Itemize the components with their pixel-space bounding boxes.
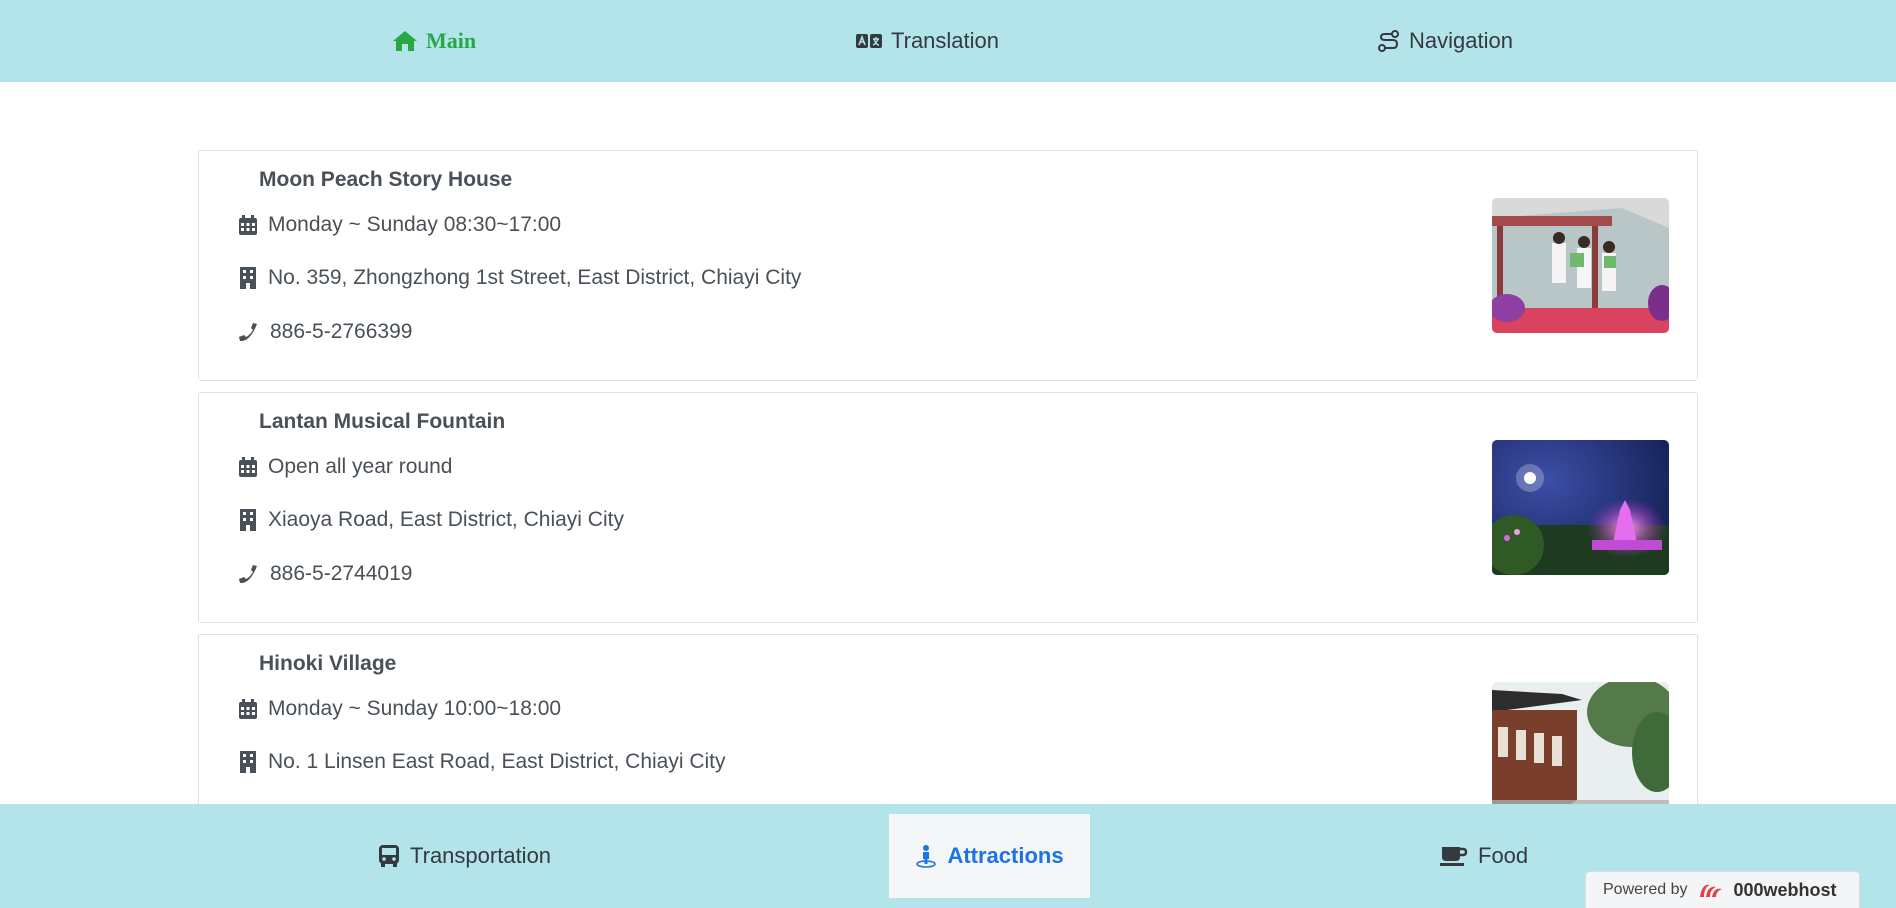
address-text: Xiaoya Road, East District, Chiayi City <box>268 508 624 531</box>
phone-icon <box>237 321 259 343</box>
tab-attractions-label: Attractions <box>947 843 1064 868</box>
attraction-card[interactable]: Moon Peach Story House Monday ~ Sunday 0… <box>198 150 1698 381</box>
attraction-photo[interactable] <box>1492 682 1669 804</box>
calendar-icon <box>237 214 259 236</box>
person-pin-icon <box>916 845 937 868</box>
phone-text: 886-5-2766399 <box>270 320 413 343</box>
hours-row: Open all year round <box>237 455 452 479</box>
hours-row: Monday ~ Sunday 08:30~17:00 <box>237 213 561 237</box>
building-icon <box>237 751 259 773</box>
tab-transportation-label: Transportation <box>410 843 552 868</box>
attraction-card[interactable]: Lantan Musical Fountain Open all year ro… <box>198 392 1698 623</box>
attraction-list: Moon Peach Story House Monday ~ Sunday 0… <box>198 150 1698 804</box>
phone-icon <box>237 563 259 585</box>
calendar-icon <box>237 456 259 478</box>
webhost-logo-icon <box>1699 884 1722 897</box>
nav-translation-label: Translation <box>891 28 1000 53</box>
coffee-icon <box>1440 847 1468 866</box>
webhost-brand: 000webhost <box>1733 879 1837 900</box>
hours-text: Monday ~ Sunday 10:00~18:00 <box>268 697 562 720</box>
bus-icon <box>379 845 399 867</box>
tab-food-label: Food <box>1478 843 1529 868</box>
attraction-name: Hinoki Village <box>259 652 397 675</box>
tab-food[interactable]: Food <box>1440 814 1528 898</box>
top-navbar: Main Translation Navigation <box>0 0 1896 82</box>
attraction-name: Lantan Musical Fountain <box>259 410 506 433</box>
calendar-icon <box>237 698 259 720</box>
home-icon <box>393 31 417 51</box>
building-icon <box>237 509 259 531</box>
address-row: No. 1 Linsen East Road, East District, C… <box>237 750 726 774</box>
hours-row: Monday ~ Sunday 10:00~18:00 <box>237 697 561 721</box>
attraction-photo[interactable] <box>1492 440 1669 575</box>
nav-main-label: Main <box>426 28 477 53</box>
address-text: No. 359, Zhongzhong 1st Street, East Dis… <box>268 266 802 289</box>
building-icon <box>237 267 259 289</box>
hours-text: Monday ~ Sunday 08:30~17:00 <box>268 213 562 236</box>
nav-navigation-label: Navigation <box>1409 28 1513 53</box>
address-row: Xiaoya Road, East District, Chiayi City <box>237 508 624 532</box>
address-row: No. 359, Zhongzhong 1st Street, East Dis… <box>237 266 801 290</box>
address-text: No. 1 Linsen East Road, East District, C… <box>268 750 726 773</box>
attraction-name: Moon Peach Story House <box>259 168 513 191</box>
phone-row: 886-5-2766399 <box>237 320 412 344</box>
tab-attractions[interactable]: Attractions <box>889 814 1090 898</box>
phone-text: 886-5-2744019 <box>270 562 413 585</box>
nav-main[interactable]: Main <box>392 0 476 82</box>
powered-by-text: Powered by <box>1603 881 1688 898</box>
nav-navigation[interactable]: Navigation <box>1377 0 1513 82</box>
route-icon <box>1378 30 1399 52</box>
powered-by-badge[interactable]: Powered by 000webhost <box>1585 871 1860 908</box>
nav-translation[interactable]: Translation <box>855 0 999 82</box>
tab-transportation[interactable]: Transportation <box>378 814 551 898</box>
attraction-card[interactable]: Hinoki Village Monday ~ Sunday 10:00~18:… <box>198 634 1698 804</box>
phone-row: 886-5-2744019 <box>237 562 412 586</box>
attraction-photo[interactable] <box>1492 198 1669 333</box>
hours-text: Open all year round <box>268 455 453 478</box>
translate-icon <box>856 34 882 48</box>
